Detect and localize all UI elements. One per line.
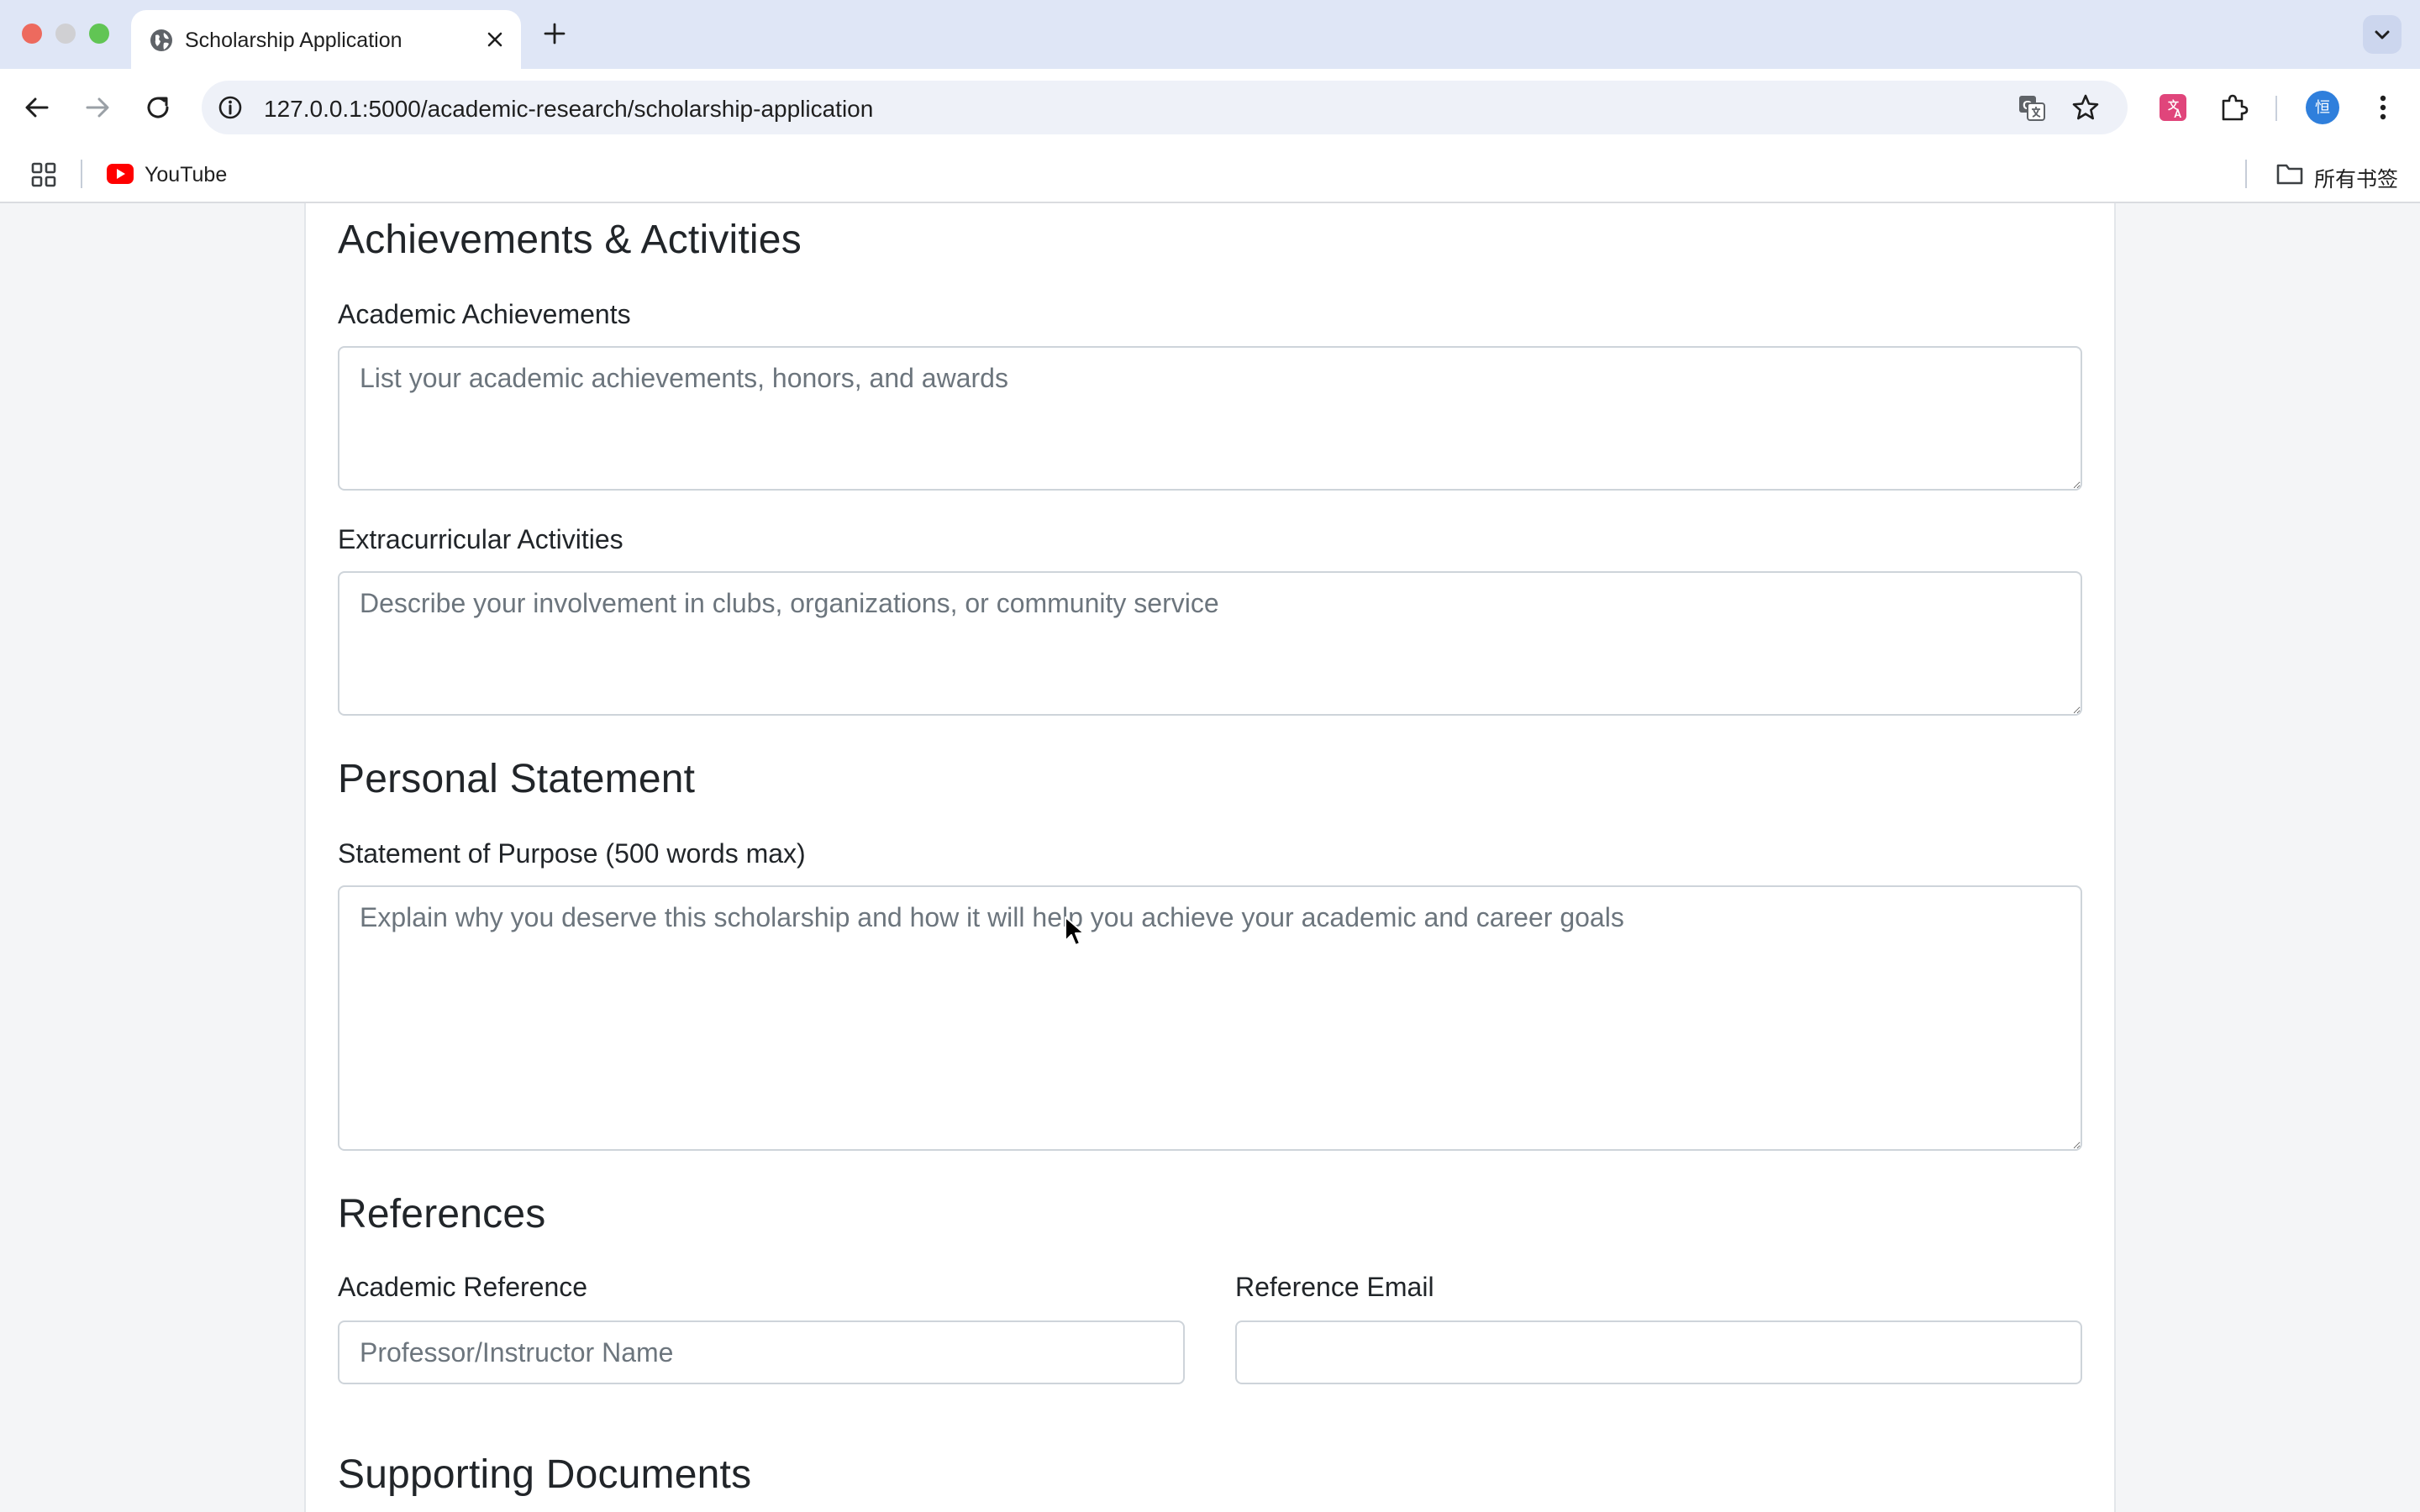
- profile-avatar[interactable]: 恒: [2306, 91, 2339, 124]
- url-text: 127.0.0.1:5000/academic-research/scholar…: [264, 96, 874, 122]
- apps-grid-icon[interactable]: [30, 161, 57, 188]
- browser-toolbar: 127.0.0.1:5000/academic-research/scholar…: [0, 69, 2420, 146]
- extracurricular-activities-label: Extracurricular Activities: [338, 524, 623, 554]
- folder-icon: [2276, 164, 2303, 185]
- more-menu-icon[interactable]: [2365, 89, 2402, 126]
- forward-arrow-icon[interactable]: [81, 91, 114, 124]
- new-tab-icon[interactable]: [539, 18, 570, 49]
- mouse-pointer-icon: [1065, 916, 1085, 946]
- close-window-button[interactable]: [22, 24, 42, 44]
- address-bar[interactable]: 127.0.0.1:5000/academic-research/scholar…: [202, 81, 2128, 134]
- bookmark-star-icon[interactable]: [2070, 92, 2101, 123]
- close-tab-icon[interactable]: [482, 27, 508, 52]
- tab-title: Scholarship Application: [185, 29, 402, 52]
- extensions-puzzle-icon[interactable]: [2215, 89, 2252, 126]
- tab-search-button[interactable]: [2363, 15, 2402, 54]
- browser-chrome: Scholarship Application 127.0.0.1:5000/a…: [0, 0, 2420, 203]
- academic-reference-input[interactable]: [338, 1320, 1185, 1384]
- reload-icon[interactable]: [141, 91, 175, 124]
- svg-text:A: A: [2174, 108, 2182, 120]
- tab-strip: Scholarship Application: [0, 0, 2420, 69]
- bookmark-youtube[interactable]: YouTube: [145, 163, 227, 187]
- references-heading: References: [338, 1192, 546, 1236]
- youtube-icon: [107, 164, 134, 184]
- academic-achievements-textarea[interactable]: [338, 346, 2082, 491]
- globe-icon: [150, 29, 172, 51]
- supporting-documents-heading: Supporting Documents: [338, 1452, 752, 1497]
- toolbar-divider: [2275, 96, 2277, 121]
- bookmarks-divider: [2245, 160, 2247, 188]
- bookmarks-divider: [81, 160, 82, 188]
- academic-reference-label: Academic Reference: [338, 1272, 588, 1302]
- back-arrow-icon[interactable]: [20, 91, 54, 124]
- academic-achievements-label: Academic Achievements: [338, 299, 631, 329]
- achievements-heading: Achievements & Activities: [338, 218, 802, 262]
- statement-of-purpose-textarea[interactable]: [338, 885, 2082, 1151]
- site-info-icon[interactable]: [217, 94, 244, 121]
- translate-extension-icon[interactable]: 文 A: [2154, 89, 2191, 126]
- page-viewport: Achievements & Activities Academic Achie…: [0, 203, 2420, 1512]
- personal-statement-heading: Personal Statement: [338, 757, 696, 801]
- reference-email-input[interactable]: [1235, 1320, 2082, 1384]
- tab-scholarship-application[interactable]: Scholarship Application: [131, 10, 521, 69]
- minimize-window-button[interactable]: [55, 24, 76, 44]
- extracurricular-activities-textarea[interactable]: [338, 571, 2082, 716]
- translate-icon[interactable]: G: [2017, 92, 2047, 123]
- bookmarks-bar: YouTube 所有书签: [0, 146, 2420, 203]
- maximize-window-button[interactable]: [89, 24, 109, 44]
- all-bookmarks-button[interactable]: 所有书签: [2314, 163, 2398, 193]
- chevron-down-icon: [2375, 30, 2390, 39]
- statement-of-purpose-label: Statement of Purpose (500 words max): [338, 838, 806, 869]
- reference-email-label: Reference Email: [1235, 1272, 1434, 1302]
